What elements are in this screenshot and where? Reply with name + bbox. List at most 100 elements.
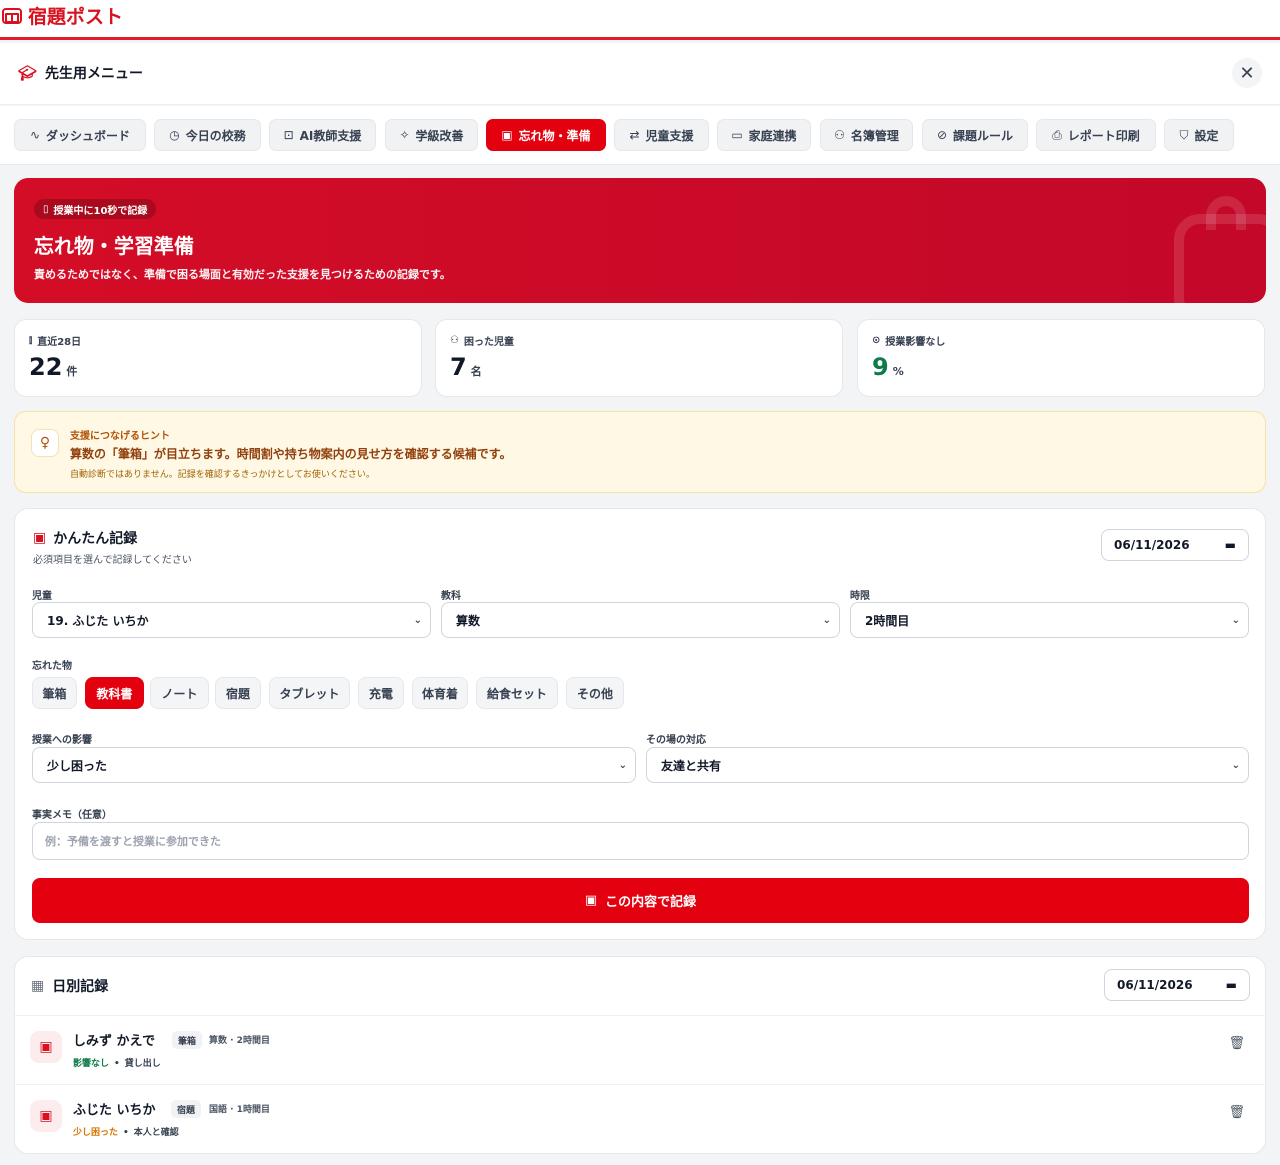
- row-status: 影響なし • 貸し出し: [73, 1056, 161, 1069]
- clipboard-icon: ▯: [43, 203, 49, 215]
- graduation-cap-icon: 🎓︎: [18, 64, 38, 82]
- tab-label: 課題ルール: [953, 128, 1014, 143]
- log-date-value: 06/11/2026: [1117, 978, 1193, 992]
- app-name: 宿題ポスト: [28, 6, 124, 28]
- period-label: 時限: [850, 591, 870, 602]
- check-circle-icon: ⊘: [936, 128, 948, 142]
- subject-label: 教科: [441, 591, 461, 602]
- row-separator: •: [123, 1128, 129, 1138]
- hero-badge: ▯ 授業中に10秒で記録: [34, 199, 157, 219]
- quick-record-card: ▣ かんたん記録 必須項目を選んで記録してください 06/11/2026 ▬ 児童 …: [14, 508, 1266, 940]
- tab-label: 家庭連携: [748, 128, 797, 143]
- activity-icon: ∿: [29, 128, 41, 142]
- backpack-watermark-handle: [1206, 196, 1246, 230]
- tab-today[interactable]: ◷ 今日の校務: [154, 119, 261, 151]
- tab-label: 今日の校務: [185, 128, 246, 143]
- stat-unit: 名: [470, 365, 482, 378]
- calendar-icon: ▬: [1225, 978, 1237, 992]
- form-subtitle: 必須項目を選んで記録してください: [33, 555, 192, 566]
- tab-ai-support[interactable]: ⊡ AI教師支援: [269, 119, 376, 151]
- log-title-text: 日別記録: [52, 979, 109, 995]
- item-chip[interactable]: 充電: [358, 677, 404, 709]
- users-icon: ⚇: [450, 335, 459, 346]
- tab-settings[interactable]: ⛉ 設定: [1164, 119, 1234, 151]
- student-label: 児童: [32, 591, 52, 602]
- tab-student-support[interactable]: ⇄ 児童支援: [614, 119, 709, 151]
- memo-placeholder: 例：予備を渡すと授業に参加できた: [45, 835, 221, 848]
- item-chip[interactable]: 体育着: [412, 677, 468, 709]
- item-chip[interactable]: タブレット: [269, 677, 350, 709]
- student-select[interactable]: 19. ふじた いちか ⌄: [32, 602, 431, 638]
- row-student-name: しみず かえで: [73, 1034, 156, 1049]
- close-icon: ✕: [1239, 62, 1255, 84]
- response-select-value: 友達と共有: [661, 758, 722, 773]
- impact-select-value: 少し困った: [47, 758, 108, 773]
- tab-label: ダッシュボード: [46, 128, 131, 143]
- stat-value: 22 件: [29, 353, 77, 381]
- item-chip[interactable]: ノート: [150, 677, 209, 709]
- clock-icon: ◷: [169, 128, 180, 142]
- tab-assignment-rules[interactable]: ⊘ 課題ルール: [922, 119, 1028, 151]
- delete-button[interactable]: 🗑︎: [1228, 1036, 1245, 1051]
- stat-value: 9%: [872, 353, 904, 381]
- item-chip[interactable]: 筆箱: [32, 677, 77, 709]
- backpack-icon: ▣: [30, 1100, 62, 1132]
- period-select[interactable]: 2時間目 ⌄: [850, 602, 1249, 638]
- calendar-icon: ▦: [31, 978, 45, 994]
- subject-select-value: 算数: [456, 613, 481, 628]
- chevron-down-icon: ⌄: [822, 614, 831, 626]
- tab-dashboard[interactable]: ∿ ダッシュボード: [14, 119, 146, 151]
- row-item-tag: 宿題: [171, 1100, 202, 1118]
- bar-chart-icon: ⫾: [29, 335, 33, 346]
- tab-report-print[interactable]: ⎙ レポート印刷: [1036, 119, 1156, 151]
- page-title: 忘れ物・学習準備: [34, 234, 194, 258]
- hint-panel: ♀ 支援につなげるヒント 算数の「筆箱」が目立ちます。時間割や持ち物案内の見せ方…: [14, 411, 1266, 493]
- form-title: ▣ かんたん記録: [33, 528, 137, 548]
- response-select[interactable]: 友達と共有 ⌄: [646, 747, 1249, 783]
- tab-forgotten-items[interactable]: ▣ 忘れ物・準備: [486, 119, 606, 151]
- record-date-input[interactable]: 06/11/2026 ▬: [1101, 529, 1249, 561]
- tab-roster[interactable]: ⚇ 名簿管理: [820, 119, 913, 151]
- tab-family-contact[interactable]: ▭ 家庭連携: [717, 119, 811, 151]
- item-chip[interactable]: 給食セット: [476, 677, 558, 709]
- hint-message: 算数の「筆箱」が目立ちます。時間割や持ち物案内の見せ方を確認する候補です。: [70, 447, 512, 461]
- stat-label-text: 直近28日: [37, 337, 82, 348]
- backpack-icon: ▣: [501, 128, 513, 142]
- row-impact: 影響なし: [73, 1059, 110, 1069]
- chevron-down-icon: ⌄: [413, 614, 422, 626]
- stat-label: ⚇ 困った児童: [450, 333, 514, 348]
- row-status: 少し困った • 本人と確認: [73, 1125, 179, 1138]
- stat-card-students: ⚇ 困った児童 7名: [435, 319, 843, 397]
- item-chip[interactable]: その他: [566, 677, 624, 709]
- item-chip[interactable]: 宿題: [215, 677, 261, 709]
- log-date-input[interactable]: 06/11/2026 ▬: [1104, 969, 1250, 1001]
- backpack-icon: ▣: [30, 1031, 62, 1063]
- impact-select[interactable]: 少し困った ⌄: [32, 747, 636, 783]
- tab-class-improvement[interactable]: ✧ 学級改善: [385, 119, 478, 151]
- stat-number: 9: [872, 353, 889, 381]
- row-meta: 国語 · 1時間目: [209, 1105, 270, 1115]
- lightbulb-icon: ♀: [31, 429, 59, 457]
- row-item-tag: 筆箱: [172, 1031, 203, 1049]
- tab-label: 設定: [1194, 128, 1219, 143]
- app-brand[interactable]: 宿題ポスト: [2, 2, 123, 29]
- chevron-down-icon: ⌄: [1231, 614, 1240, 626]
- stat-number: 7: [450, 353, 467, 381]
- tab-label: レポート印刷: [1067, 128, 1140, 143]
- tab-label: 学級改善: [415, 128, 464, 143]
- sparkles-icon: ✧: [399, 128, 410, 142]
- handshake-icon: ⇄: [629, 128, 640, 142]
- chevron-down-icon: ⌄: [618, 759, 627, 771]
- item-chip-selected[interactable]: 教科書: [85, 677, 144, 709]
- stat-label: ⊙ 授業影響なし: [872, 333, 945, 348]
- submit-record-button[interactable]: ▣ この内容で記録: [32, 878, 1249, 923]
- robot-icon: ⊡: [283, 128, 294, 142]
- subject-select[interactable]: 算数 ⌄: [441, 602, 840, 638]
- row-meta: 算数 · 2時間目: [209, 1036, 270, 1046]
- stat-card-no-impact: ⊙ 授業影響なし 9%: [857, 319, 1265, 397]
- student-select-value: 19. ふじた いちか: [47, 613, 149, 628]
- delete-button[interactable]: 🗑︎: [1228, 1105, 1245, 1120]
- tab-label: AI教師支援: [299, 128, 362, 143]
- memo-input[interactable]: 例：予備を渡すと授業に参加できた: [32, 822, 1249, 860]
- close-button[interactable]: ✕: [1232, 58, 1262, 88]
